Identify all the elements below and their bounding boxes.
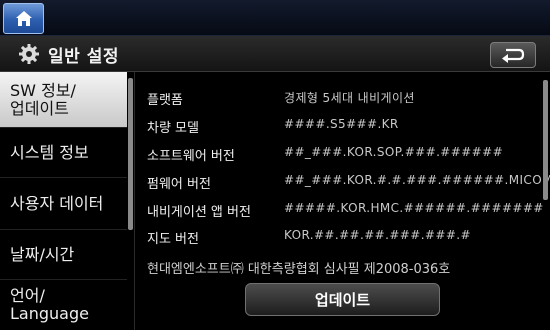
info-value: ##_###.KOR.SOP.###.###### [284, 145, 504, 159]
divider [134, 72, 135, 330]
sidebar-item-sw-info-update[interactable]: SW 정보/ 업데이트 [0, 72, 127, 128]
sidebar-item-system-info[interactable]: 시스템 정보 [0, 128, 127, 178]
info-value: #####.KOR.HMC.######.####### [284, 201, 544, 215]
sidebar-item-label: SW 정보/ [10, 80, 76, 100]
info-label: 지도 버전 [147, 232, 199, 247]
gear-icon [19, 44, 39, 64]
update-button[interactable]: 업데이트 [245, 283, 440, 316]
info-label: 펌웨어 버전 [147, 177, 211, 192]
info-label: 내비게이션 앱 버전 [147, 205, 251, 220]
back-arrow-icon [502, 48, 525, 63]
certification-note: 현대엠엔소프트㈜ 대한측량협회 심사필 제2008-036호 [147, 262, 451, 277]
sidebar-item-label: 업데이트 [10, 98, 69, 118]
back-button[interactable] [490, 42, 536, 68]
home-icon [15, 11, 32, 26]
info-label: 소프트웨어 버전 [147, 149, 235, 164]
sidebar-scrollbar[interactable] [128, 78, 133, 230]
sidebar-item-label: 언어/ [10, 286, 45, 306]
page-title: 일반 설정 [48, 47, 119, 67]
sidebar-item-date-time[interactable]: 날짜/시간 [0, 230, 127, 280]
sidebar-item-label: 날짜/시간 [10, 244, 75, 264]
info-label: 플랫폼 [147, 93, 183, 108]
info-value: 경제형 5세대 내비게이션 [284, 91, 415, 105]
title-bar: 일반 설정 [0, 36, 550, 72]
info-label: 차량 모델 [147, 121, 199, 136]
sidebar-item-label: 사용자 데이터 [10, 193, 104, 213]
info-value: KOR.##.##.##.###.###.# [284, 228, 471, 242]
sidebar: SW 정보/ 업데이트 시스템 정보 사용자 데이터 날짜/시간 언어/ Lan… [0, 72, 127, 330]
info-value: ##_###.KOR.#.#.###.######.MICOM [284, 173, 550, 187]
top-bar [0, 0, 550, 36]
home-button[interactable] [3, 3, 44, 34]
sidebar-item-label: 시스템 정보 [10, 142, 89, 162]
content-scrollbar[interactable] [543, 80, 548, 200]
info-value: ####.S5###.KR [284, 117, 399, 131]
sidebar-item-language[interactable]: 언어/ Language [0, 280, 127, 330]
sidebar-item-user-data[interactable]: 사용자 데이터 [0, 178, 127, 230]
sidebar-item-label: Language [10, 304, 89, 323]
